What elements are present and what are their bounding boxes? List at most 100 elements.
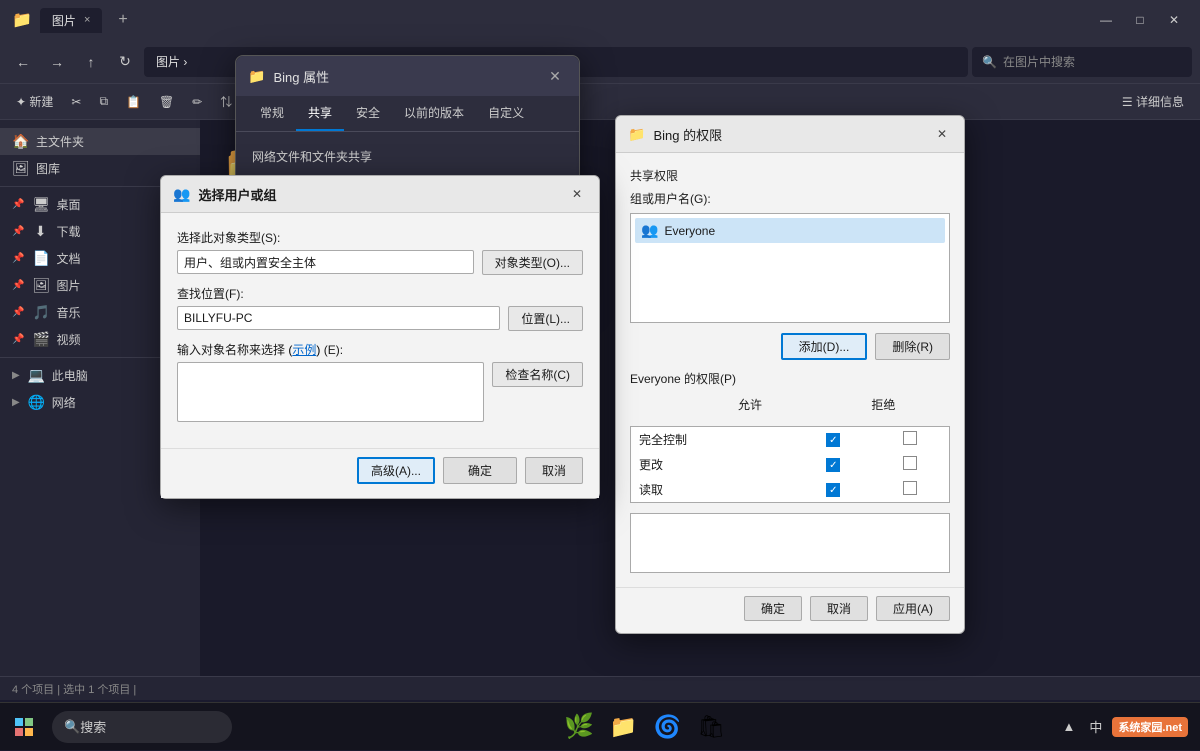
search-placeholder: 在图片中搜索 — [1003, 53, 1075, 70]
new-btn-label: ✦ 新建 — [16, 93, 53, 110]
perm-full-deny[interactable] — [872, 427, 950, 453]
select-user-cancel-btn[interactable]: 取消 — [525, 457, 583, 484]
perm-ok-btn[interactable]: 确定 — [744, 596, 802, 621]
input-label: 输入对象名称来选择 — [177, 343, 285, 357]
tab-previous[interactable]: 以前的版本 — [392, 96, 476, 131]
back-btn[interactable]: ← — [8, 47, 38, 77]
up-btn[interactable]: ↑ — [76, 47, 106, 77]
new-tab-btn[interactable]: + — [110, 11, 135, 29]
pin-icon6: 📌 — [12, 334, 24, 345]
rename-btn[interactable]: ✏ — [184, 91, 210, 113]
perm-apply-btn[interactable]: 应用(A) — [876, 596, 950, 621]
location-value: BILLYFU-PC — [177, 306, 500, 330]
tab-general[interactable]: 常规 — [248, 96, 296, 131]
computer-icon: 💻 — [28, 367, 44, 384]
pin-icon3: 📌 — [12, 253, 24, 264]
sidebar-item-home[interactable]: 🏠 主文件夹 — [0, 128, 200, 155]
tab-security[interactable]: 安全 — [344, 96, 392, 131]
checkbox-full-allow[interactable]: ✓ — [826, 433, 840, 447]
expand-icon: ▶ — [12, 370, 20, 381]
active-tab[interactable]: 图片 × — [40, 8, 102, 33]
checkbox-change-deny[interactable] — [903, 456, 917, 470]
cut-btn[interactable]: ✂ — [63, 91, 89, 113]
checkbox-read-allow[interactable]: ✓ — [826, 483, 840, 497]
taskbar-lang[interactable]: 中 — [1085, 715, 1106, 738]
perm-read-allow[interactable]: ✓ — [795, 477, 872, 503]
perm-full-allow[interactable]: ✓ — [795, 427, 872, 453]
status-bar: 4 个项目 | 选中 1 个项目 | — [0, 676, 1200, 700]
share-section-title: 网络文件和文件夹共享 — [252, 148, 563, 165]
share-perm-label: 共享权限 — [630, 167, 950, 184]
dialog-folder-icon: 📁 — [248, 68, 265, 85]
taskbar-show-desktop[interactable]: ▲ — [1059, 717, 1080, 736]
taskbar-search-text: 搜索 — [80, 717, 106, 736]
permissions-table: 允许 拒绝 — [630, 393, 950, 416]
perm-read-deny[interactable] — [872, 477, 950, 503]
checkbox-change-allow[interactable]: ✓ — [826, 458, 840, 472]
select-user-icon: 👥 — [173, 186, 190, 203]
advanced-btn[interactable]: 高级(A)... — [357, 457, 435, 484]
sidebar-home-label: 主文件夹 — [36, 133, 84, 150]
select-user-close[interactable]: ✕ — [567, 184, 587, 204]
taskbar-explorer-icon[interactable]: 📁 — [605, 709, 641, 745]
remove-user-btn[interactable]: 删除(R) — [875, 333, 950, 360]
object-type-btn[interactable]: 对象类型(O)... — [482, 250, 583, 275]
perm-cancel-btn[interactable]: 取消 — [810, 596, 868, 621]
sidebar-pictures-label: 图片 — [56, 277, 80, 294]
forward-btn[interactable]: → — [42, 47, 72, 77]
pin-icon2: 📌 — [12, 226, 24, 237]
home-icon: 🏠 — [12, 133, 28, 150]
taskbar-store-icon[interactable]: 🛍 — [693, 709, 729, 745]
delete-btn[interactable]: 🗑 — [151, 91, 182, 113]
select-user-ok-btn[interactable]: 确定 — [443, 457, 517, 484]
docs-icon: 📄 — [32, 250, 48, 267]
taskbar-edge-icon[interactable]: 🌀 — [649, 709, 685, 745]
perm-row-full: 完全控制 ✓ — [631, 427, 950, 453]
pin-icon4: 📌 — [12, 280, 24, 291]
start-button[interactable] — [0, 703, 48, 751]
copy-btn[interactable]: ⧉ — [91, 90, 116, 113]
user-input-textarea[interactable] — [177, 362, 484, 422]
tab-share[interactable]: 共享 — [296, 96, 344, 131]
maximize-btn[interactable]: □ — [1126, 6, 1154, 34]
new-btn[interactable]: ✦ 新建 — [8, 89, 61, 114]
close-btn[interactable]: ✕ — [1160, 6, 1188, 34]
perm-username: Everyone — [664, 224, 715, 238]
input-link[interactable]: 示例 — [292, 343, 316, 357]
path-text: 图片 › — [156, 53, 187, 70]
location-btn[interactable]: 位置(L)... — [508, 306, 583, 331]
refresh-btn[interactable]: ↻ — [110, 47, 140, 77]
bing-props-close[interactable]: ✕ — [543, 64, 567, 88]
perm-user-item[interactable]: 👥 Everyone — [635, 218, 945, 243]
perm-change-deny[interactable] — [872, 452, 950, 477]
pin-icon5: 📌 — [12, 307, 24, 318]
user-group-icon: 👥 — [641, 222, 658, 239]
paste-btn[interactable]: 📋 — [118, 91, 149, 113]
add-user-btn[interactable]: 添加(D)... — [781, 333, 868, 360]
details-btn[interactable]: ☰ 详细信息 — [1114, 89, 1192, 114]
perm-name-header — [630, 393, 683, 416]
sidebar-docs-label: 文档 — [56, 250, 80, 267]
tab-close-btn[interactable]: × — [84, 14, 90, 26]
taskbar-search[interactable]: 🔍 搜索 — [52, 711, 232, 743]
taskbar-grass-icon[interactable]: 🌿 — [561, 709, 597, 745]
input-label-row: 输入对象名称来选择 (示例) (E): — [177, 341, 583, 358]
cut-icon: ✂ — [71, 95, 81, 109]
sidebar-desktop-label: 桌面 — [56, 196, 80, 213]
perm-change-allow[interactable]: ✓ — [795, 452, 872, 477]
perm-close-btn[interactable]: ✕ — [932, 124, 952, 144]
checkbox-full-deny[interactable] — [903, 431, 917, 445]
videos-icon: 🎬 — [32, 331, 48, 348]
perm-titlebar: 📁 Bing 的权限 ✕ — [616, 116, 964, 153]
tab-label: 图片 — [52, 12, 76, 29]
expand-icon2: ▶ — [12, 397, 20, 408]
action-bar: ✦ 新建 ✂ ⧉ 📋 🗑 ✏ ⇅ 排序 👁 查看 ··· ☰ 详细信息 — [0, 84, 1200, 120]
details-label: ☰ 详细信息 — [1122, 93, 1184, 110]
check-name-btn[interactable]: 检查名称(C) — [492, 362, 583, 387]
permissions-data-table: 完全控制 ✓ 更改 ✓ 读取 ✓ — [630, 426, 950, 503]
minimize-btn[interactable]: — — [1092, 6, 1120, 34]
sidebar-gallery-label: 图库 — [36, 160, 60, 177]
search-bar[interactable]: 🔍 在图片中搜索 — [972, 47, 1192, 77]
checkbox-read-deny[interactable] — [903, 481, 917, 495]
tab-custom[interactable]: 自定义 — [476, 96, 536, 131]
